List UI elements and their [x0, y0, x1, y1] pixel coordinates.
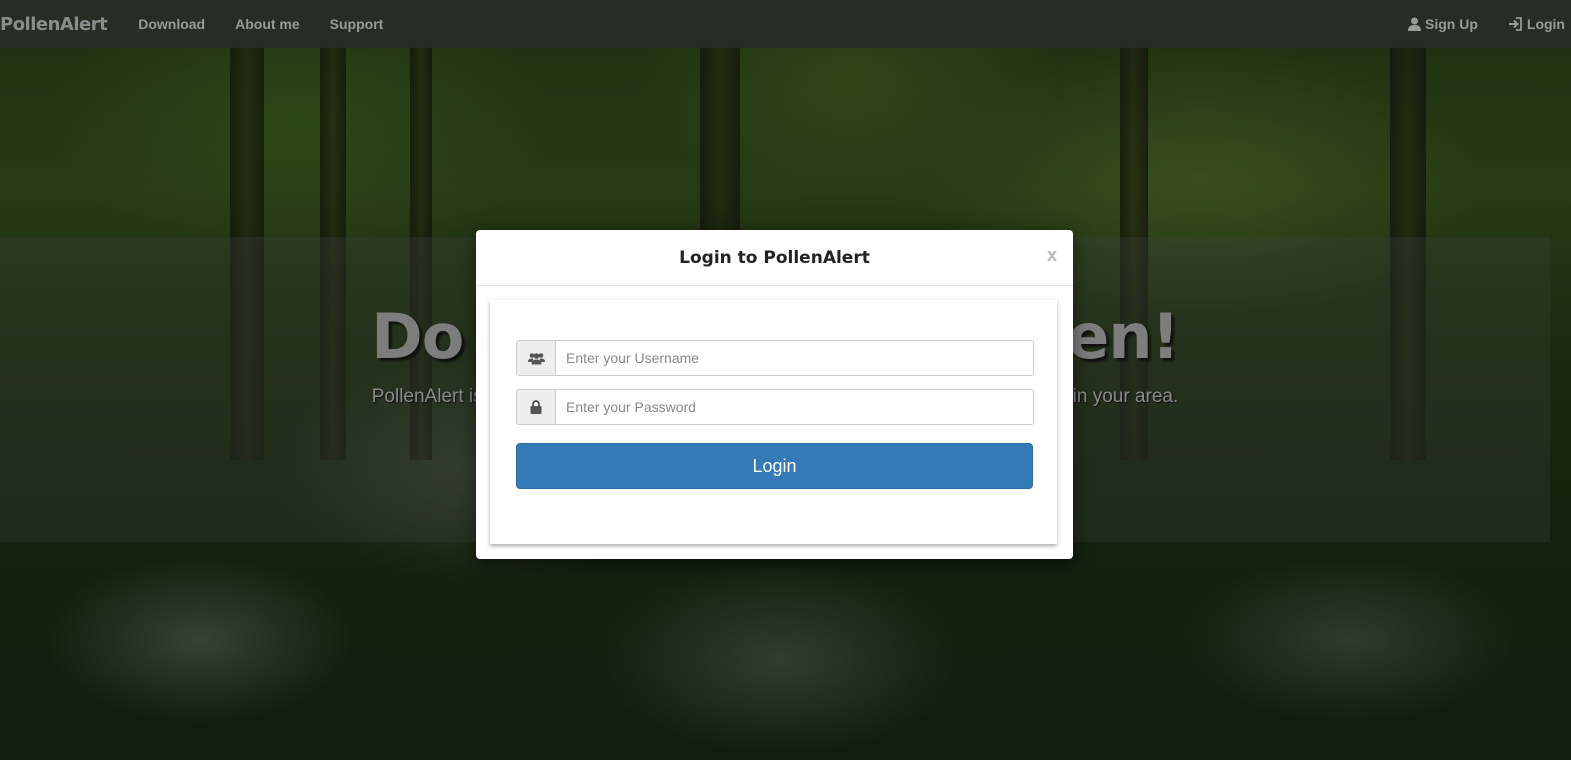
login-form: Login	[490, 300, 1057, 544]
lock-icon	[517, 390, 556, 424]
nav-sign-up-label: Sign Up	[1425, 16, 1478, 32]
nav-login-label: Login	[1526, 16, 1565, 32]
login-modal: Login to PollenAlert x Enter your Userna…	[476, 230, 1073, 559]
users-icon	[517, 341, 556, 375]
nav-login[interactable]: Login	[1508, 16, 1565, 32]
nav-about-me[interactable]: About me	[235, 16, 300, 32]
hero-title-left: Do	[371, 300, 464, 373]
nav-sign-up[interactable]: Sign Up	[1408, 16, 1478, 32]
modal-header: Login to PollenAlert x	[476, 230, 1073, 286]
nav-support[interactable]: Support	[330, 16, 384, 32]
hero-title-right: en!	[1067, 300, 1179, 373]
brand-logo[interactable]: PollenAlert	[0, 14, 108, 35]
navbar: PollenAlert Download About me Support Si…	[0, 0, 1571, 48]
close-icon[interactable]: x	[1047, 245, 1057, 266]
hero-subtitle-left: PollenAlert is	[371, 386, 483, 407]
password-input[interactable]	[556, 390, 1033, 424]
modal-title: Login to PollenAlert	[679, 247, 870, 268]
username-input-group	[516, 340, 1034, 376]
hero-subtitle-right: in your area.	[1072, 386, 1179, 407]
nav-download[interactable]: Download	[138, 16, 205, 32]
password-input-group	[516, 389, 1034, 425]
log-in-icon	[1508, 17, 1522, 31]
username-input[interactable]	[556, 341, 1033, 375]
navbar-right: Sign Up Login	[1393, 16, 1571, 32]
page: Do en! PollenAlert is in your area. Pollen…	[0, 0, 1571, 760]
user-icon	[1408, 17, 1421, 31]
login-button[interactable]: Login	[516, 443, 1033, 489]
